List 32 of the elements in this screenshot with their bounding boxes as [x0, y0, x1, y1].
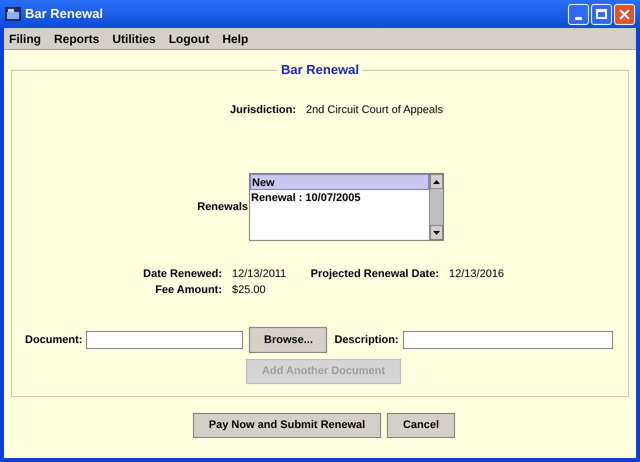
menu-item[interactable]: Logout	[168, 30, 210, 48]
app-icon	[5, 7, 21, 21]
submit-button[interactable]: Pay Now and Submit Renewal	[193, 413, 381, 438]
menu-item[interactable]: Help	[222, 30, 248, 48]
list-item[interactable]: New	[250, 174, 429, 190]
document-field[interactable]	[86, 331, 244, 349]
field-label: Projected Renewal Date:	[310, 267, 439, 281]
field-value: 12/13/2011	[232, 267, 288, 281]
menu-item[interactable]: Utilities	[112, 30, 156, 48]
field-value: 2nd Circuit Court of Appeals	[306, 103, 443, 117]
close-icon	[619, 8, 630, 20]
list-item[interactable]: Renewal : 10/07/2005	[250, 190, 429, 206]
menu-item[interactable]: Reports	[54, 30, 100, 48]
description-field[interactable]	[402, 331, 613, 349]
close-button[interactable]	[614, 4, 635, 24]
browse-button[interactable]: Browse...	[249, 327, 328, 353]
field-label: Document:	[25, 332, 82, 348]
field-label: Fee Amount:	[154, 283, 222, 297]
field-value: $25.00	[232, 283, 266, 297]
field-label: Description:	[334, 332, 399, 348]
window-title: Bar Renewal	[25, 5, 104, 24]
cancel-button[interactable]: Cancel	[387, 413, 455, 438]
up-arrow-icon[interactable]	[433, 180, 440, 184]
minimize-button[interactable]	[568, 4, 589, 24]
down-arrow-icon[interactable]	[433, 230, 440, 234]
maximize-button[interactable]	[591, 4, 612, 24]
field-label: Renewals	[196, 200, 248, 215]
field-label: Date Renewed:	[142, 267, 222, 281]
menu-item[interactable]: Filing	[9, 30, 41, 48]
field-label: Jurisdiction:	[228, 103, 296, 117]
field-value: 12/13/2016	[449, 267, 504, 281]
scrollbar[interactable]	[429, 174, 443, 240]
